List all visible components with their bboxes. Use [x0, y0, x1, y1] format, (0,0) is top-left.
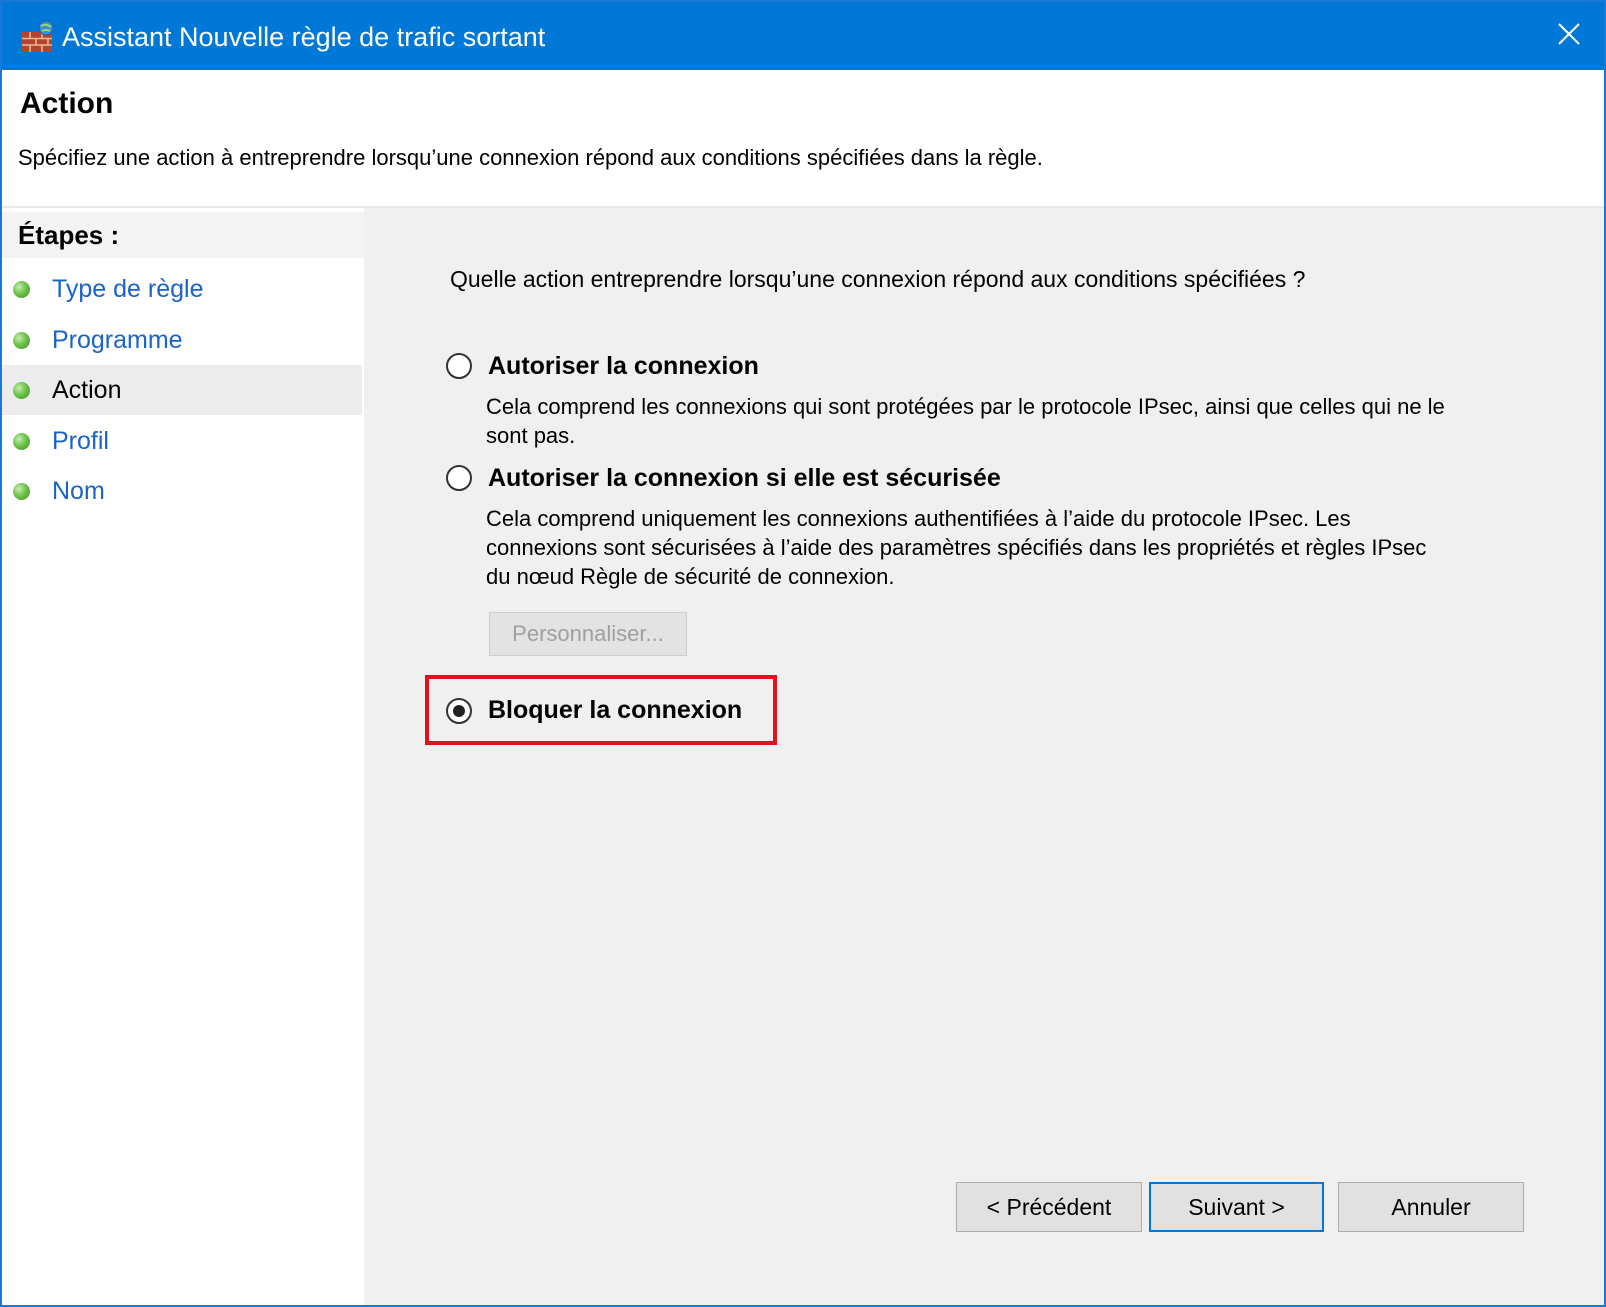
next-button[interactable]: Suivant > [1149, 1182, 1324, 1232]
step-label: Nom [52, 477, 105, 505]
customize-button[interactable]: Personnaliser... [489, 612, 687, 656]
action-question: Quelle action entreprendre lorsqu’une co… [450, 266, 1306, 292]
step-profil[interactable]: Profil [2, 416, 362, 466]
main-panel: Quelle action entreprendre lorsqu’une co… [372, 208, 1604, 1305]
option-allow-secure-label[interactable]: Autoriser la connexion si elle est sécur… [488, 462, 1001, 494]
step-programme[interactable]: Programme [2, 315, 362, 365]
wizard-header: Action Spécifiez une action à entreprend… [2, 70, 1604, 208]
green-dot-icon [13, 281, 30, 298]
title-bar[interactable]: Assistant Nouvelle règle de trafic sorta… [2, 2, 1604, 70]
radio-allow-connection[interactable] [446, 353, 472, 379]
window-title: Assistant Nouvelle règle de trafic sorta… [62, 22, 546, 52]
green-dot-icon [13, 433, 30, 450]
steps-heading: Étapes : [2, 212, 364, 258]
step-nom[interactable]: Nom [2, 466, 362, 516]
steps-sidebar: Étapes : Type de règle Programme Action … [2, 208, 372, 1305]
close-icon [1557, 22, 1581, 51]
step-label: Profil [52, 427, 109, 455]
option-allow-label[interactable]: Autoriser la connexion [488, 350, 759, 382]
option-block-label[interactable]: Bloquer la connexion [488, 694, 742, 726]
step-action[interactable]: Action [2, 365, 362, 415]
green-dot-icon [13, 382, 30, 399]
radio-allow-if-secure[interactable] [446, 465, 472, 491]
cancel-button[interactable]: Annuler [1338, 1182, 1524, 1232]
option-allow-description: Cela comprend les connexions qui sont pr… [486, 394, 1445, 448]
step-label: Programme [52, 326, 183, 354]
option-allow-secure-description: Cela comprend uniquement les connexions … [486, 506, 1427, 589]
green-dot-icon [13, 483, 30, 500]
radio-block-connection[interactable] [446, 698, 472, 724]
page-subtitle: Spécifiez une action à entreprendre lors… [18, 145, 1043, 170]
back-button[interactable]: < Précédent [956, 1182, 1142, 1232]
step-label: Type de règle [52, 275, 204, 303]
close-button[interactable] [1534, 2, 1604, 70]
steps-heading-label: Étapes : [18, 220, 120, 250]
wizard-window: Assistant Nouvelle règle de trafic sorta… [0, 0, 1606, 1307]
step-type-de-regle[interactable]: Type de règle [2, 264, 362, 314]
page-title: Action [20, 87, 114, 120]
green-dot-icon [13, 332, 30, 349]
firewall-icon [20, 20, 56, 54]
step-label: Action [52, 376, 122, 404]
